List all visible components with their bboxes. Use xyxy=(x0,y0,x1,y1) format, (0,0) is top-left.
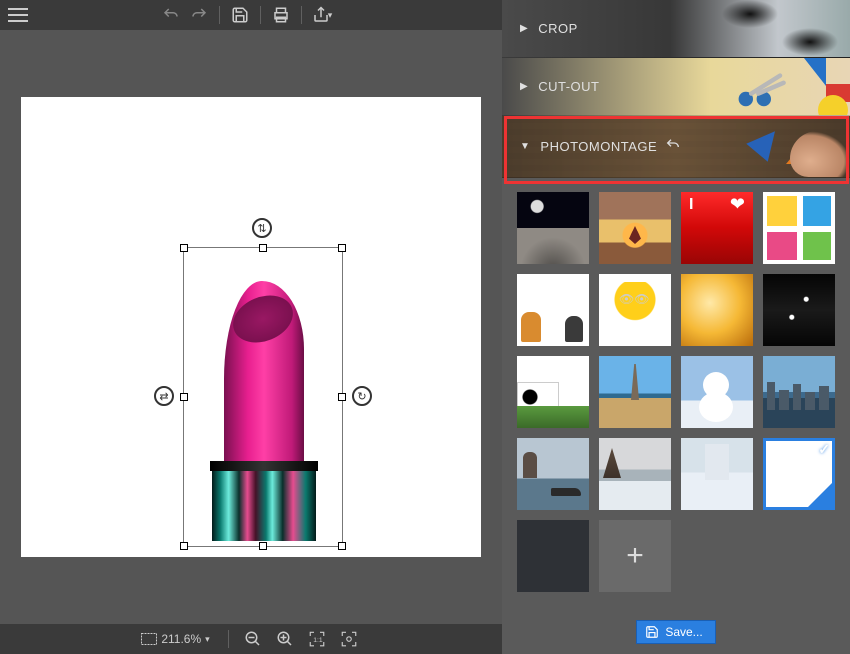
resize-handle-bl[interactable] xyxy=(180,542,188,550)
thumbnail-snowman[interactable] xyxy=(681,356,753,428)
thumbnail-comic-bubbles[interactable] xyxy=(763,192,835,264)
thumbnails-area: + xyxy=(502,178,850,614)
thumbnails-grid: + xyxy=(512,192,840,592)
chevron-down-icon: ▼ xyxy=(520,141,530,152)
reset-icon[interactable] xyxy=(665,137,681,156)
zoom-display[interactable]: 211.6% ▾ xyxy=(141,632,209,646)
zoom-fit-button[interactable] xyxy=(337,627,361,651)
thumbnail-winter-trees[interactable] xyxy=(599,438,671,510)
divider xyxy=(219,6,220,24)
zoom-in-button[interactable] xyxy=(273,627,297,651)
resize-handle-tm[interactable] xyxy=(259,244,267,252)
resize-handle-ml[interactable] xyxy=(180,393,188,401)
panel-crop-label: CROP xyxy=(538,21,578,36)
svg-text:1:1: 1:1 xyxy=(313,637,323,644)
share-button[interactable]: ▾ xyxy=(310,3,334,27)
redo-button[interactable] xyxy=(187,3,211,27)
save-button-label: Save... xyxy=(665,625,702,639)
chevron-down-icon: ▾ xyxy=(205,634,210,645)
divider xyxy=(228,630,229,648)
zoom-value: 211.6% xyxy=(161,632,201,646)
resize-handle-mr[interactable] xyxy=(338,393,346,401)
rotate-icon[interactable]: ↻ xyxy=(352,386,372,406)
thumbnail-venice[interactable] xyxy=(517,438,589,510)
thumbnail-moon-surface[interactable] xyxy=(517,192,589,264)
undo-button[interactable] xyxy=(159,3,183,27)
menu-button[interactable] xyxy=(8,8,28,22)
divider xyxy=(260,6,261,24)
resize-handle-tr[interactable] xyxy=(338,244,346,252)
thumbnail-winter-snow[interactable] xyxy=(681,438,753,510)
resize-handle-br[interactable] xyxy=(338,542,346,550)
save-button[interactable] xyxy=(228,3,252,27)
zoom-out-button[interactable] xyxy=(241,627,265,651)
thumbnail-eiffel-tower[interactable] xyxy=(599,356,671,428)
selection-box[interactable]: ⇅ ⇄ ↻ xyxy=(183,247,343,547)
canvas-image-lipstick[interactable] xyxy=(209,281,319,541)
print-button[interactable] xyxy=(269,3,293,27)
panel-cutout-label: CUT-OUT xyxy=(538,79,599,94)
add-thumbnail-button[interactable]: + xyxy=(599,520,671,592)
thumbnail-golden-bokeh[interactable] xyxy=(681,274,753,346)
resize-handle-bm[interactable] xyxy=(259,542,267,550)
panel-crop[interactable]: ▶ CROP xyxy=(502,0,850,58)
panel-cutout[interactable]: ▶ CUT-OUT xyxy=(502,58,850,116)
zoom-actual-button[interactable]: 1:1 xyxy=(305,627,329,651)
thumbnail-city-skyline[interactable] xyxy=(763,356,835,428)
right-panel: ▶ CROP ▶ CUT-OUT ▼ PHOTOMONTAGE xyxy=(502,0,850,654)
chevron-right-icon: ▶ xyxy=(520,23,528,34)
thumbnail-red-heart[interactable] xyxy=(681,192,753,264)
thumbnail-blank-white[interactable] xyxy=(763,438,835,510)
canvas[interactable]: ⇅ ⇄ ↻ xyxy=(21,97,481,557)
flip-horizontal-icon[interactable]: ⇄ xyxy=(154,386,174,406)
thumbnail-sunset-field[interactable] xyxy=(599,192,671,264)
panel-photomontage-label: PHOTOMONTAGE xyxy=(540,139,657,154)
canvas-area[interactable]: ⇅ ⇄ ↻ xyxy=(0,30,502,624)
chevron-right-icon: ▶ xyxy=(520,81,528,92)
editor-panel: ▾ ⇅ xyxy=(0,0,502,654)
thumbnail-dark-sparkle[interactable] xyxy=(763,274,835,346)
thumbnail-cow-grass[interactable] xyxy=(517,356,589,428)
top-toolbar: ▾ xyxy=(0,0,502,30)
flip-vertical-icon[interactable]: ⇅ xyxy=(252,218,272,238)
resize-handle-tl[interactable] xyxy=(180,244,188,252)
panel-photomontage[interactable]: ▼ PHOTOMONTAGE xyxy=(502,116,850,178)
thumbnail-dark-blank[interactable] xyxy=(517,520,589,592)
thumbnail-animals-white[interactable] xyxy=(517,274,589,346)
save-button[interactable]: Save... xyxy=(636,620,715,644)
divider xyxy=(301,6,302,24)
scissors-icon xyxy=(734,72,790,111)
bottom-toolbar: 211.6% ▾ 1:1 xyxy=(0,624,502,654)
thumbnail-yellow-monster[interactable] xyxy=(599,274,671,346)
